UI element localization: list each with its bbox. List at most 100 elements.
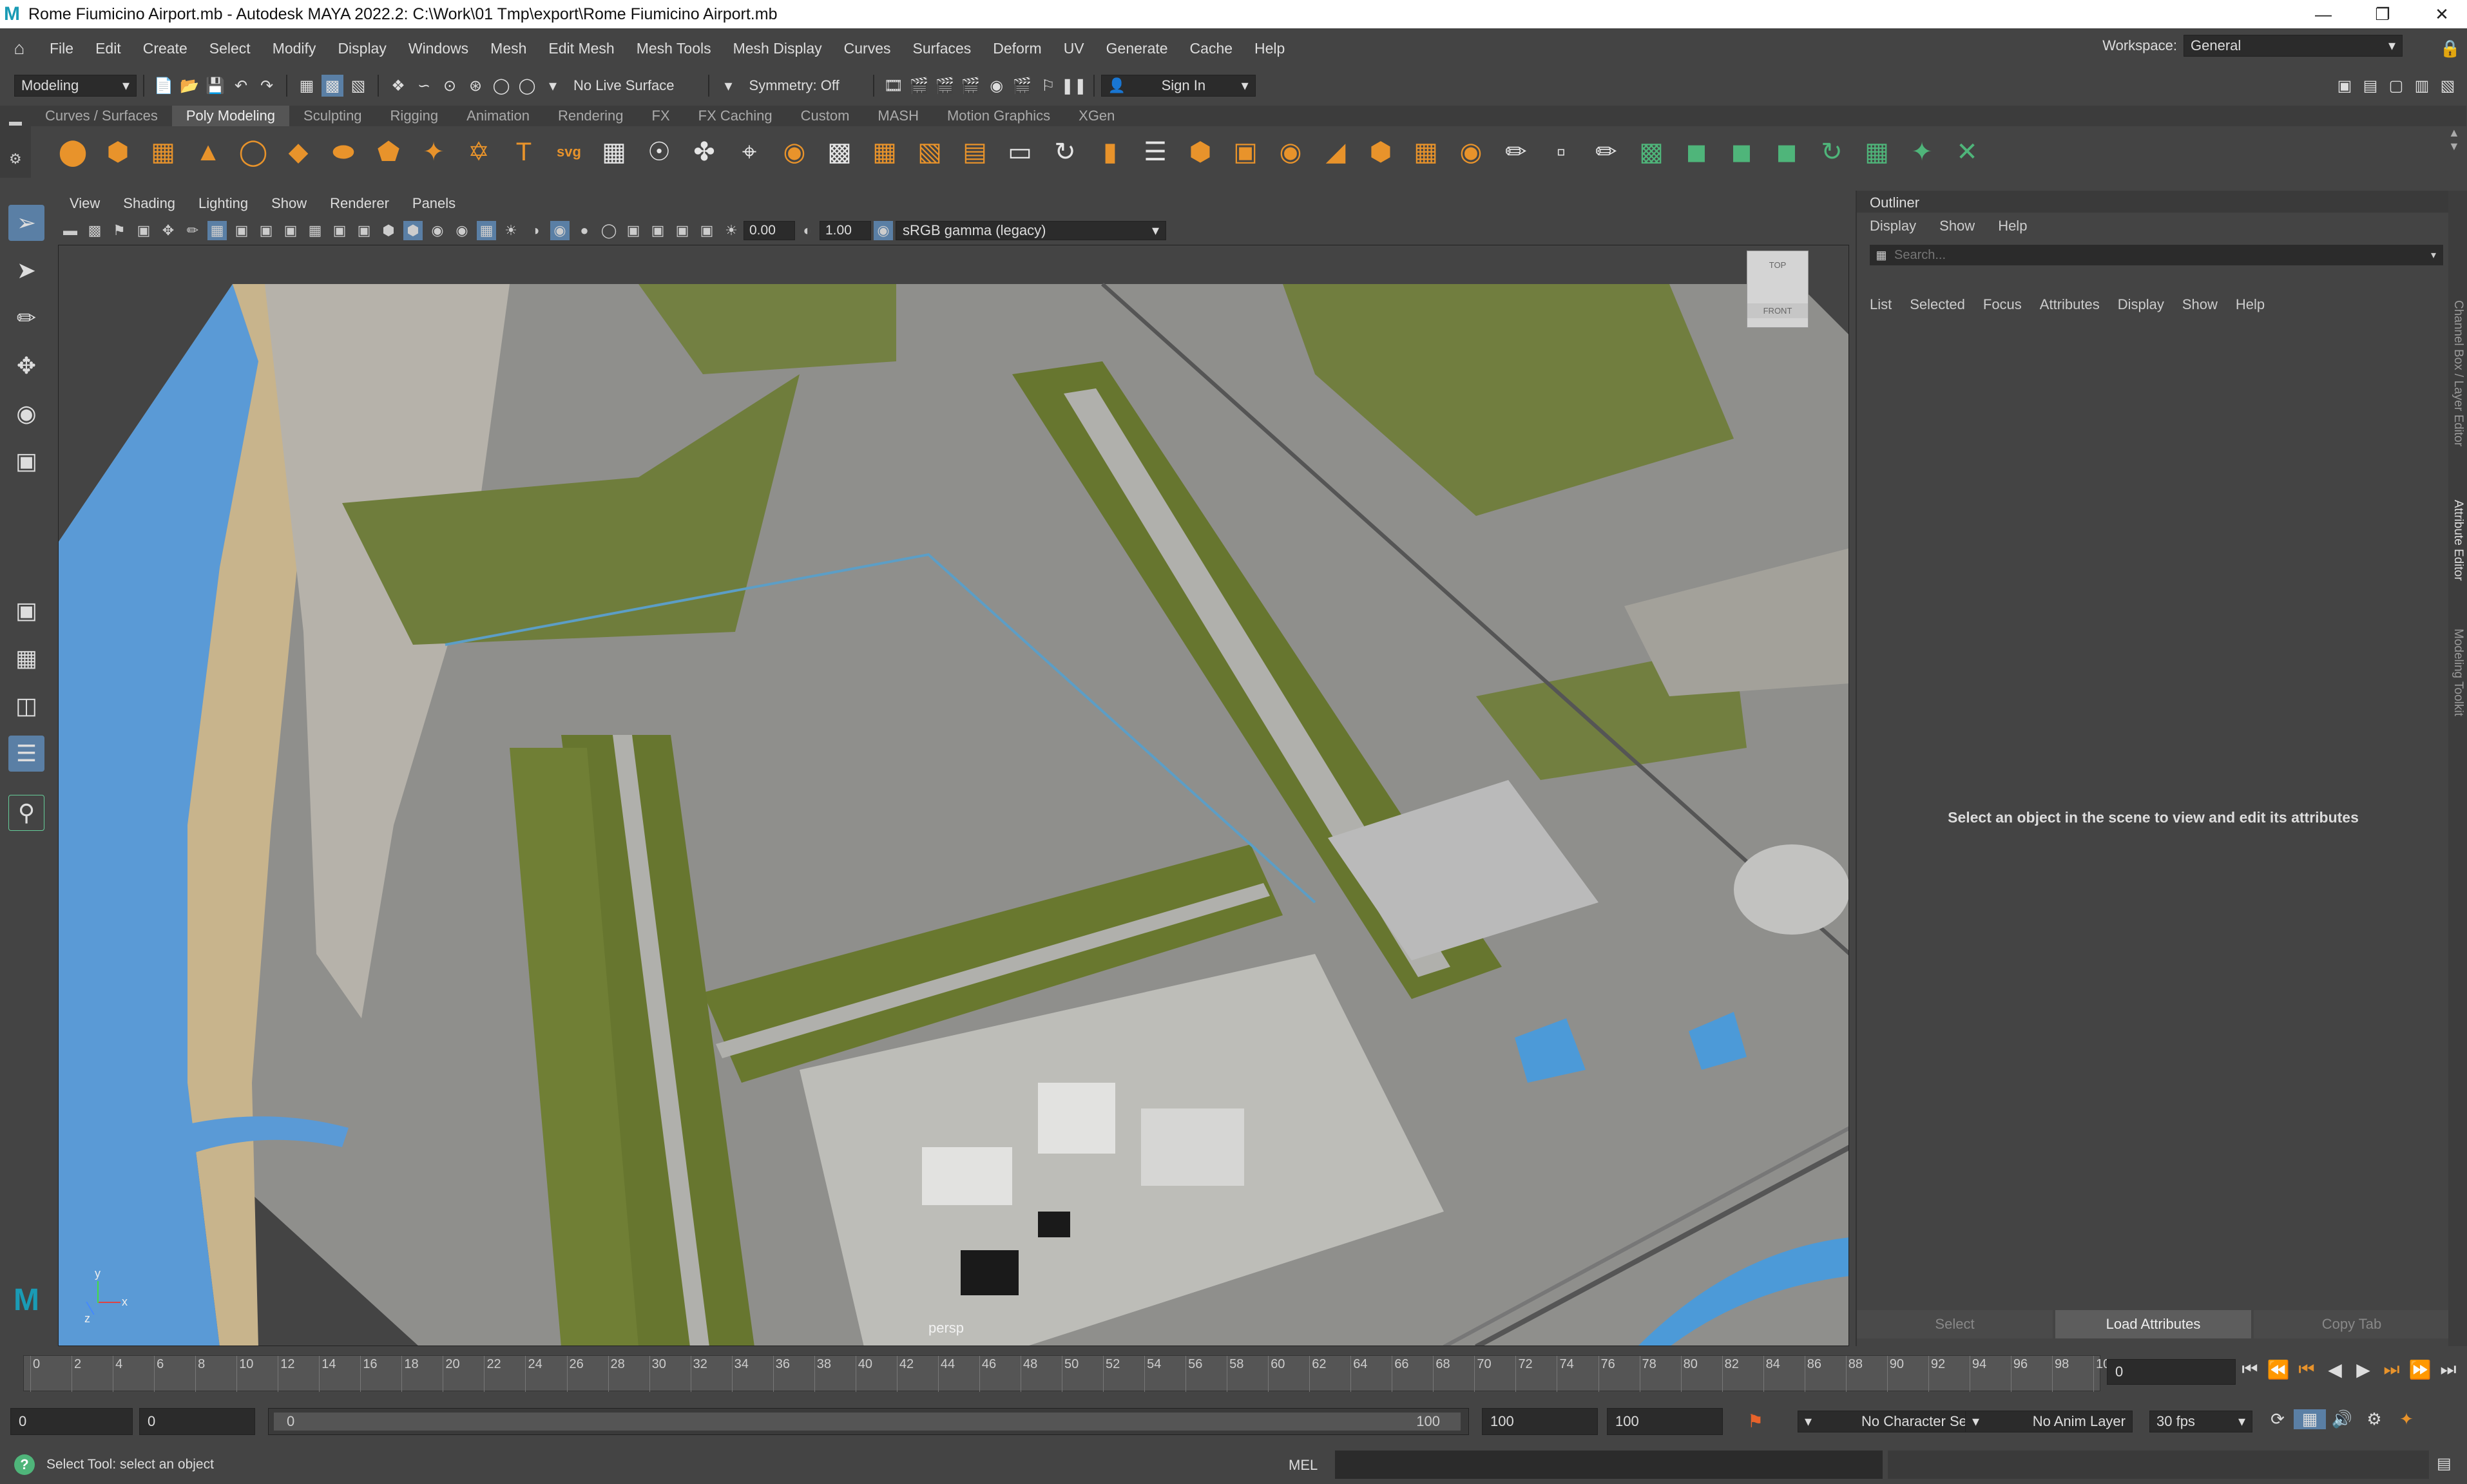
lock-icon[interactable]: 🔒	[2440, 39, 2461, 59]
step-back-icon[interactable]: ⏪	[2264, 1359, 2292, 1380]
poly-cube-icon[interactable]: ⬢	[99, 133, 137, 171]
shelf-tab-curves-surfaces[interactable]: Curves / Surfaces	[31, 106, 172, 126]
hypershade-icon[interactable]: ◉	[986, 75, 1008, 97]
panel-menu-view[interactable]: View	[58, 195, 111, 212]
menu-generate[interactable]: Generate	[1095, 40, 1179, 57]
shelf-scroll-arrows[interactable]: ▲ ▼	[2448, 126, 2466, 178]
shelf-tab-fx-caching[interactable]: FX Caching	[684, 106, 787, 126]
multi-cut-icon[interactable]: ◢	[1317, 133, 1354, 171]
automatic-map-icon[interactable]: ◼	[1768, 133, 1805, 171]
outliner-layout-icon[interactable]: ☰	[8, 736, 44, 772]
safe-action-icon[interactable]: ▣	[330, 221, 349, 240]
shelf-tab-xgen[interactable]: XGen	[1064, 106, 1129, 126]
range-slider[interactable]: 0 100	[268, 1408, 1469, 1435]
uv-layout-icon[interactable]: ✦	[1903, 133, 1941, 171]
connect-icon[interactable]: ✏	[1497, 133, 1535, 171]
symmetry-label[interactable]: Symmetry: Off	[749, 77, 840, 94]
remesh-icon[interactable]: ▭	[1001, 133, 1039, 171]
shelf-tab-menu-icon[interactable]: ▬	[9, 115, 22, 129]
safe-title-icon[interactable]: ▣	[354, 221, 374, 240]
outliner-menu-help[interactable]: Help	[1998, 218, 2027, 234]
exposure-icon[interactable]: ☀	[722, 221, 741, 240]
sculpt-icon[interactable]: ✏	[1588, 133, 1625, 171]
pause-viewport-icon[interactable]: ❚❚	[1061, 75, 1087, 97]
bevel-icon[interactable]: ⬢	[1182, 133, 1219, 171]
poly-plane-icon[interactable]: ◆	[280, 133, 317, 171]
menu-edit-mesh[interactable]: Edit Mesh	[537, 40, 625, 57]
menu-display[interactable]: Display	[327, 40, 397, 57]
current-frame-field[interactable]: 0	[2107, 1359, 2236, 1385]
shelf-tab-animation[interactable]: Animation	[452, 106, 544, 126]
boolean-icon[interactable]: ▧	[911, 133, 948, 171]
shelf-tab-poly-modeling[interactable]: Poly Modeling	[171, 106, 290, 126]
select-hierarchy-icon[interactable]: ▦	[296, 75, 318, 97]
restore-button[interactable]: ❐	[2353, 0, 2412, 28]
film-gate-icon[interactable]: ▣	[232, 221, 251, 240]
render-settings-icon[interactable]: 🎬	[960, 75, 982, 97]
view-cube-top-label[interactable]: TOP	[1747, 251, 1808, 270]
menu-surfaces[interactable]: Surfaces	[902, 40, 983, 57]
super-shape-icon[interactable]: ✦	[415, 133, 452, 171]
single-perspective-layout-icon[interactable]: ▣	[8, 593, 44, 629]
animation-start-field[interactable]: 0	[10, 1408, 133, 1435]
fill-hole-icon[interactable]: ▣	[1227, 133, 1264, 171]
snap-curve-icon[interactable]: ∽	[413, 75, 435, 97]
separate-icon[interactable]: ▩	[821, 133, 858, 171]
transform-icon[interactable]: ⌖	[731, 133, 768, 171]
playback-end-field[interactable]: 100	[1482, 1408, 1598, 1435]
menu-modify[interactable]: Modify	[262, 40, 327, 57]
two-view-layout-icon[interactable]: ◫	[8, 688, 44, 724]
ae-menu-attributes[interactable]: Attributes	[2040, 296, 2100, 313]
playback-start-field[interactable]: 0	[139, 1408, 255, 1435]
ae-menu-selected[interactable]: Selected	[1910, 296, 1965, 313]
offset-edge-icon[interactable]: ⬢	[1362, 133, 1399, 171]
scatter-icon[interactable]: ✤	[686, 133, 723, 171]
shadows-icon[interactable]: ◑	[526, 221, 545, 240]
copy-tab-button[interactable]: Copy Tab	[2254, 1310, 2450, 1338]
two-d-pan-zoom-icon[interactable]: ✥	[158, 221, 178, 240]
shelf-tab-motion-graphics[interactable]: Motion Graphics	[933, 106, 1064, 126]
ae-menu-help[interactable]: Help	[2236, 296, 2265, 313]
poly-sphere-icon[interactable]: ⬤	[54, 133, 91, 171]
bookmark-icon[interactable]: ⚑	[110, 221, 129, 240]
loop-icon[interactable]: ⟳	[2261, 1409, 2294, 1429]
exposure-field[interactable]: 0.00	[744, 221, 795, 240]
view-cube[interactable]: TOP FRONT	[1747, 251, 1809, 328]
step-forward-key-icon[interactable]: ⏭	[2377, 1359, 2406, 1380]
snap-view-icon[interactable]: ⊛	[465, 75, 486, 97]
play-forward-icon[interactable]: ▶	[2349, 1359, 2377, 1380]
open-scene-icon[interactable]: 📂	[178, 75, 200, 97]
smooth-shade-icon[interactable]: ⬢	[403, 221, 423, 240]
side-tab-channel-box[interactable]: Channel Box / Layer Editor	[2451, 300, 2465, 446]
ae-menu-show[interactable]: Show	[2182, 296, 2218, 313]
field-chart-icon[interactable]: ▦	[305, 221, 325, 240]
menu-create[interactable]: Create	[132, 40, 198, 57]
gamma-icon[interactable]: ◐	[798, 221, 817, 240]
outliner-menu-show[interactable]: Show	[1939, 218, 1975, 234]
animation-settings-icon[interactable]: ✦	[2390, 1409, 2423, 1429]
use-all-lights-icon[interactable]: ☀	[501, 221, 521, 240]
shelf-tab-rendering[interactable]: Rendering	[544, 106, 638, 126]
animation-end-field[interactable]: 100	[1607, 1408, 1723, 1435]
sign-in-dropdown[interactable]: 👤 Sign In ▾	[1100, 75, 1256, 97]
load-attributes-button[interactable]: Load Attributes	[2055, 1310, 2251, 1338]
isolate-select-icon[interactable]: ◉	[550, 221, 570, 240]
scene-render[interactable]	[59, 245, 1849, 1346]
type-icon[interactable]: T	[505, 133, 542, 171]
camera-select-icon[interactable]: ▬	[61, 221, 80, 240]
go-to-start-icon[interactable]: ⏮	[2236, 1359, 2264, 1380]
retopo-icon[interactable]: ↻	[1046, 133, 1084, 171]
menu-edit[interactable]: Edit	[84, 40, 132, 57]
menuset-dropdown[interactable]: Modeling ▾	[14, 75, 137, 97]
auto-key-icon[interactable]: ⚑	[1747, 1411, 1763, 1432]
grid-icon[interactable]: ▦	[207, 221, 227, 240]
panel-menu-lighting[interactable]: Lighting	[187, 195, 260, 212]
sweep-mesh-icon[interactable]: ✡	[460, 133, 497, 171]
redo-icon[interactable]: ↷	[256, 75, 278, 97]
mel-command-input[interactable]	[1335, 1451, 1883, 1479]
uv-cut-icon[interactable]: ✕	[1948, 133, 1986, 171]
default-material-icon[interactable]: ◉	[428, 221, 447, 240]
menu-file[interactable]: File	[39, 40, 84, 57]
xray-icon[interactable]: ●	[575, 221, 594, 240]
menu-windows[interactable]: Windows	[398, 40, 479, 57]
